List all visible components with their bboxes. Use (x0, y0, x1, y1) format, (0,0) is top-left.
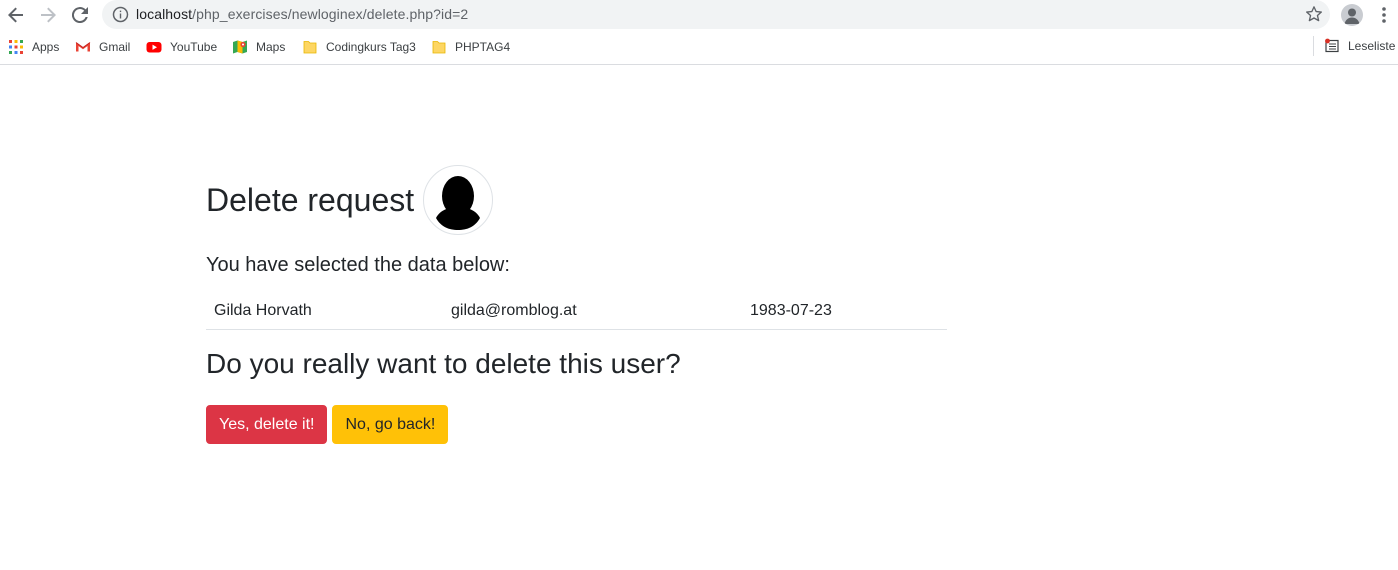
bookmark-label: Gmail (99, 40, 131, 54)
profile-avatar-icon[interactable] (1341, 4, 1363, 26)
bookmark-youtube[interactable]: YouTube (146, 38, 217, 56)
maps-icon (232, 39, 248, 55)
bookmark-gmail[interactable]: Gmail (75, 38, 130, 56)
bookmark-label: YouTube (170, 40, 218, 54)
site-info-icon[interactable] (112, 6, 129, 23)
bookmark-phptag4[interactable]: PHPTAG4 (431, 38, 510, 56)
title-row: Delete request (206, 164, 947, 236)
page-title: Delete request (206, 181, 415, 218)
delete-request-container: Delete request You have selected the dat… (206, 164, 947, 444)
bookmark-label: PHPTAG4 (455, 40, 511, 54)
bookmark-apps[interactable]: Apps (8, 38, 59, 56)
address-bar[interactable]: localhost/php_exercises/newloginex/delet… (102, 0, 1330, 29)
apps-grid-icon (8, 39, 24, 55)
user-email-cell: gilda@romblog.at (443, 292, 742, 330)
bookmarks-bar: Apps Gmail YouTube Maps Codingkurs Tag3 … (0, 30, 1398, 65)
menu-kebab-icon[interactable] (1380, 5, 1388, 25)
folder-icon (302, 39, 318, 55)
youtube-icon (146, 39, 162, 55)
bookmark-star-icon[interactable] (1305, 5, 1323, 23)
bookmark-codingkurs-tag3[interactable]: Codingkurs Tag3 (302, 38, 416, 56)
table-row: Gilda Horvath gilda@romblog.at 1983-07-2… (206, 292, 947, 330)
confirm-delete-button[interactable]: Yes, delete it! (206, 405, 328, 444)
forward-arrow-icon[interactable] (36, 3, 60, 27)
url-text: localhost/php_exercises/newloginex/delet… (136, 6, 468, 22)
user-birthdate-cell: 1983-07-23 (742, 292, 947, 330)
gmail-icon (75, 39, 91, 55)
browser-toolbar: localhost/php_exercises/newloginex/delet… (0, 0, 1398, 30)
bookmark-label: Maps (256, 40, 286, 54)
action-buttons: Yes, delete it! No, go back! (206, 405, 449, 444)
selection-subtitle: You have selected the data below: (206, 254, 510, 276)
reading-list-button[interactable]: Leseliste (1313, 36, 1395, 56)
bookmark-maps[interactable]: Maps (232, 38, 285, 56)
folder-icon (431, 39, 447, 55)
url-path: /php_exercises/newloginex/delete.php?id=… (192, 6, 469, 22)
reload-icon[interactable] (68, 3, 92, 27)
url-host: localhost (136, 6, 193, 22)
go-back-button[interactable]: No, go back! (332, 405, 449, 444)
bookmark-label: Apps (32, 40, 60, 54)
user-name-cell: Gilda Horvath (206, 292, 443, 330)
back-arrow-icon[interactable] (4, 3, 28, 27)
reading-list-label: Leseliste (1348, 39, 1396, 53)
delete-confirmation-question: Do you really want to delete this user? (206, 348, 681, 379)
user-avatar-icon (423, 165, 494, 235)
user-data-table: Gilda Horvath gilda@romblog.at 1983-07-2… (206, 292, 947, 330)
bookmark-label: Codingkurs Tag3 (326, 40, 416, 54)
reading-list-icon (1324, 38, 1340, 54)
